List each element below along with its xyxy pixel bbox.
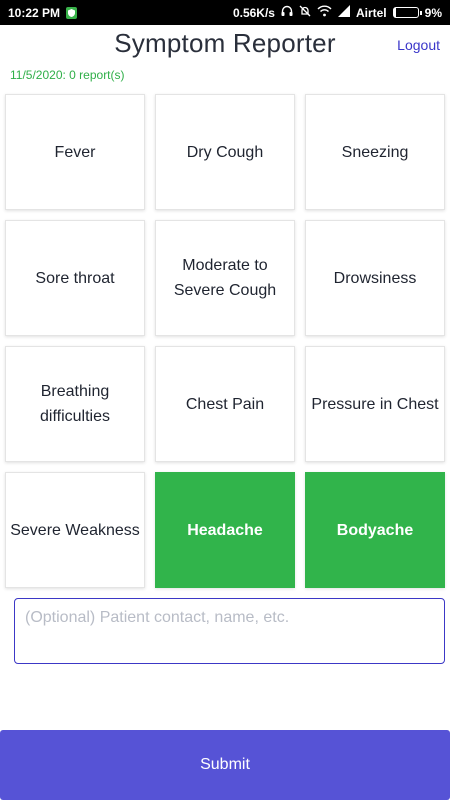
wifi-icon — [317, 5, 332, 20]
symptom-tile-dry-cough[interactable]: Dry Cough — [155, 94, 295, 210]
headset-icon — [281, 5, 293, 20]
symptom-tile-sneezing[interactable]: Sneezing — [305, 94, 445, 210]
logout-link[interactable]: Logout — [397, 37, 440, 53]
symptom-tile-chest-pain[interactable]: Chest Pain — [155, 346, 295, 462]
report-count-status: 11/5/2020: 0 report(s) — [10, 68, 125, 82]
network-speed: 0.56K/s — [232, 5, 275, 20]
symptom-tile-bodyache[interactable]: Bodyache — [305, 472, 445, 588]
patient-contact-input[interactable] — [14, 598, 445, 664]
symptom-tile-moderate-to-severe-cough[interactable]: Moderate to Severe Cough — [155, 220, 295, 336]
symptom-tile-drowsiness[interactable]: Drowsiness — [305, 220, 445, 336]
symptom-grid: Fever Dry Cough Sneezing Sore throat Mod… — [5, 94, 445, 588]
battery-percent: 9% — [424, 5, 442, 20]
muted-bell-icon — [299, 5, 311, 20]
symptom-tile-breathing-difficulties[interactable]: Breathing difficulties — [5, 346, 145, 462]
carrier-name: Airtel — [355, 5, 387, 20]
shield-icon — [66, 6, 78, 19]
submit-button[interactable]: Submit — [0, 730, 450, 800]
clock: 10:22 PM — [8, 5, 61, 20]
symptom-tile-severe-weakness[interactable]: Severe Weakness — [5, 472, 145, 588]
battery-icon — [392, 7, 422, 18]
symptom-tile-fever[interactable]: Fever — [5, 94, 145, 210]
page-title: Symptom Reporter — [114, 28, 336, 58]
symptom-tile-pressure-in-chest[interactable]: Pressure in Chest — [305, 346, 445, 462]
symptom-tile-headache[interactable]: Headache — [155, 472, 295, 588]
symptom-tile-sore-throat[interactable]: Sore throat — [5, 220, 145, 336]
signal-icon — [337, 5, 350, 20]
status-bar: 10:22 PM 0.56K/s Airtel 9% — [0, 0, 450, 25]
